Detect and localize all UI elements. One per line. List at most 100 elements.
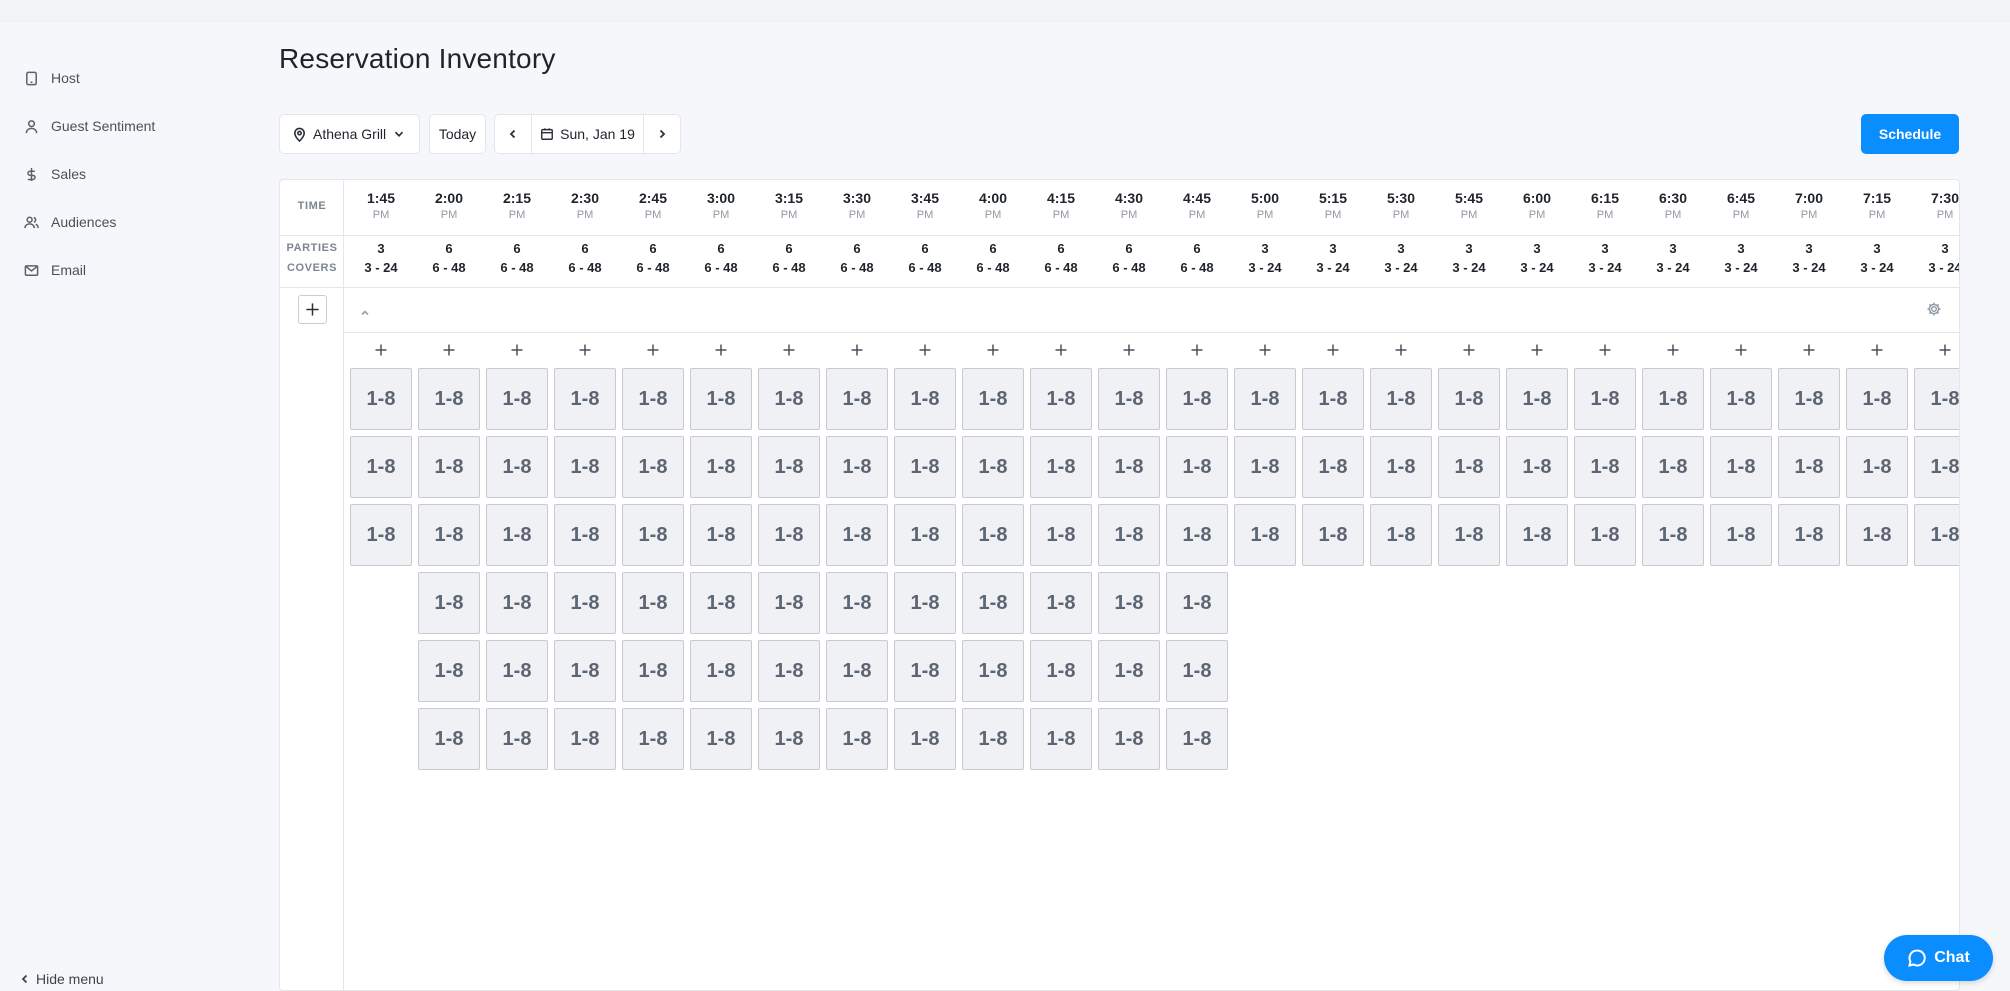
inventory-slot[interactable]: 1-8 <box>1030 368 1092 430</box>
inventory-slot[interactable]: 1-8 <box>554 368 616 430</box>
inventory-slot[interactable]: 1-8 <box>962 572 1024 634</box>
inventory-slot[interactable]: 1-8 <box>758 368 820 430</box>
add-slot-button[interactable] <box>418 340 480 360</box>
inventory-slot[interactable]: 1-8 <box>418 436 480 498</box>
collapse-button[interactable] <box>360 305 370 316</box>
add-slot-button[interactable] <box>758 340 820 360</box>
add-slot-button[interactable] <box>826 340 888 360</box>
inventory-slot[interactable]: 1-8 <box>1710 436 1772 498</box>
inventory-slot[interactable]: 1-8 <box>350 368 412 430</box>
inventory-slot[interactable]: 1-8 <box>826 436 888 498</box>
inventory-slot[interactable]: 1-8 <box>894 504 956 566</box>
today-button[interactable]: Today <box>429 114 486 154</box>
inventory-slot[interactable]: 1-8 <box>1778 368 1840 430</box>
inventory-slot[interactable]: 1-8 <box>1234 436 1296 498</box>
inventory-slot[interactable]: 1-8 <box>350 436 412 498</box>
sidebar-item-host[interactable]: Host <box>24 64 80 92</box>
inventory-slot[interactable]: 1-8 <box>1506 436 1568 498</box>
inventory-slot[interactable]: 1-8 <box>1574 504 1636 566</box>
inventory-slot[interactable]: 1-8 <box>758 504 820 566</box>
inventory-slot[interactable]: 1-8 <box>690 708 752 770</box>
chat-button[interactable]: Chat <box>1884 935 1993 981</box>
inventory-slot[interactable]: 1-8 <box>758 708 820 770</box>
add-slot-button[interactable] <box>1030 340 1092 360</box>
inventory-slot[interactable]: 1-8 <box>962 504 1024 566</box>
inventory-slot[interactable]: 1-8 <box>1710 368 1772 430</box>
add-slot-button[interactable] <box>1574 340 1636 360</box>
sidebar-item-sales[interactable]: Sales <box>24 160 86 188</box>
add-slot-button[interactable] <box>1914 340 1959 360</box>
add-slot-button[interactable] <box>1302 340 1364 360</box>
inventory-slot[interactable]: 1-8 <box>1166 640 1228 702</box>
add-slot-button[interactable] <box>1370 340 1432 360</box>
inventory-slot[interactable]: 1-8 <box>622 368 684 430</box>
inventory-slot[interactable]: 1-8 <box>1438 436 1500 498</box>
inventory-slot[interactable]: 1-8 <box>758 436 820 498</box>
inventory-slot[interactable]: 1-8 <box>1234 368 1296 430</box>
inventory-slot[interactable]: 1-8 <box>1166 436 1228 498</box>
inventory-slot[interactable]: 1-8 <box>1642 368 1704 430</box>
add-slot-button[interactable] <box>690 340 752 360</box>
inventory-slot[interactable]: 1-8 <box>622 436 684 498</box>
inventory-slot[interactable]: 1-8 <box>1370 504 1432 566</box>
inventory-slot[interactable]: 1-8 <box>826 640 888 702</box>
add-slot-button[interactable] <box>1098 340 1160 360</box>
inventory-slot[interactable]: 1-8 <box>1030 708 1092 770</box>
add-shift-button[interactable] <box>298 295 327 324</box>
inventory-slot[interactable]: 1-8 <box>1574 436 1636 498</box>
inventory-slot[interactable]: 1-8 <box>1642 436 1704 498</box>
inventory-slot[interactable]: 1-8 <box>758 572 820 634</box>
inventory-slot[interactable]: 1-8 <box>622 572 684 634</box>
inventory-slot[interactable]: 1-8 <box>690 640 752 702</box>
inventory-slot[interactable]: 1-8 <box>1302 504 1364 566</box>
inventory-slot[interactable]: 1-8 <box>1098 504 1160 566</box>
inventory-slot[interactable]: 1-8 <box>1098 640 1160 702</box>
inventory-slot[interactable]: 1-8 <box>690 572 752 634</box>
add-slot-button[interactable] <box>1234 340 1296 360</box>
inventory-slot[interactable]: 1-8 <box>1506 368 1568 430</box>
inventory-slot[interactable]: 1-8 <box>486 708 548 770</box>
inventory-slot[interactable]: 1-8 <box>962 708 1024 770</box>
add-slot-button[interactable] <box>1642 340 1704 360</box>
inventory-slot[interactable]: 1-8 <box>554 504 616 566</box>
add-slot-button[interactable] <box>1506 340 1568 360</box>
inventory-slot[interactable]: 1-8 <box>894 708 956 770</box>
inventory-slot[interactable]: 1-8 <box>1574 368 1636 430</box>
next-day-button[interactable] <box>643 115 680 153</box>
inventory-slot[interactable]: 1-8 <box>622 708 684 770</box>
previous-day-button[interactable] <box>495 115 532 153</box>
location-selector[interactable]: Athena Grill <box>279 114 420 154</box>
inventory-slot[interactable]: 1-8 <box>1914 436 1959 498</box>
inventory-slot[interactable]: 1-8 <box>1438 368 1500 430</box>
inventory-slot[interactable]: 1-8 <box>554 708 616 770</box>
inventory-slot[interactable]: 1-8 <box>418 708 480 770</box>
add-slot-button[interactable] <box>1778 340 1840 360</box>
inventory-slot[interactable]: 1-8 <box>622 640 684 702</box>
inventory-slot[interactable]: 1-8 <box>826 708 888 770</box>
inventory-slot[interactable]: 1-8 <box>1846 504 1908 566</box>
inventory-slot[interactable]: 1-8 <box>826 368 888 430</box>
inventory-slot[interactable]: 1-8 <box>554 640 616 702</box>
inventory-slot[interactable]: 1-8 <box>1302 436 1364 498</box>
inventory-slot[interactable]: 1-8 <box>1234 504 1296 566</box>
inventory-slot[interactable]: 1-8 <box>554 572 616 634</box>
inventory-slot[interactable]: 1-8 <box>554 436 616 498</box>
date-picker[interactable]: Sun, Jan 19 <box>532 115 643 153</box>
inventory-slot[interactable]: 1-8 <box>894 572 956 634</box>
inventory-slot[interactable]: 1-8 <box>486 504 548 566</box>
inventory-slot[interactable]: 1-8 <box>622 504 684 566</box>
add-slot-button[interactable] <box>894 340 956 360</box>
inventory-slot[interactable]: 1-8 <box>1030 640 1092 702</box>
add-slot-button[interactable] <box>1710 340 1772 360</box>
inventory-slot[interactable]: 1-8 <box>418 640 480 702</box>
inventory-slot[interactable]: 1-8 <box>418 572 480 634</box>
sidebar-item-audiences[interactable]: Audiences <box>24 208 116 236</box>
inventory-slot[interactable]: 1-8 <box>486 368 548 430</box>
inventory-slot[interactable]: 1-8 <box>1370 436 1432 498</box>
add-slot-button[interactable] <box>554 340 616 360</box>
inventory-slot[interactable]: 1-8 <box>962 436 1024 498</box>
inventory-slot[interactable]: 1-8 <box>1098 708 1160 770</box>
inventory-slot[interactable]: 1-8 <box>418 504 480 566</box>
inventory-slot[interactable]: 1-8 <box>758 640 820 702</box>
inventory-slot[interactable]: 1-8 <box>1030 436 1092 498</box>
